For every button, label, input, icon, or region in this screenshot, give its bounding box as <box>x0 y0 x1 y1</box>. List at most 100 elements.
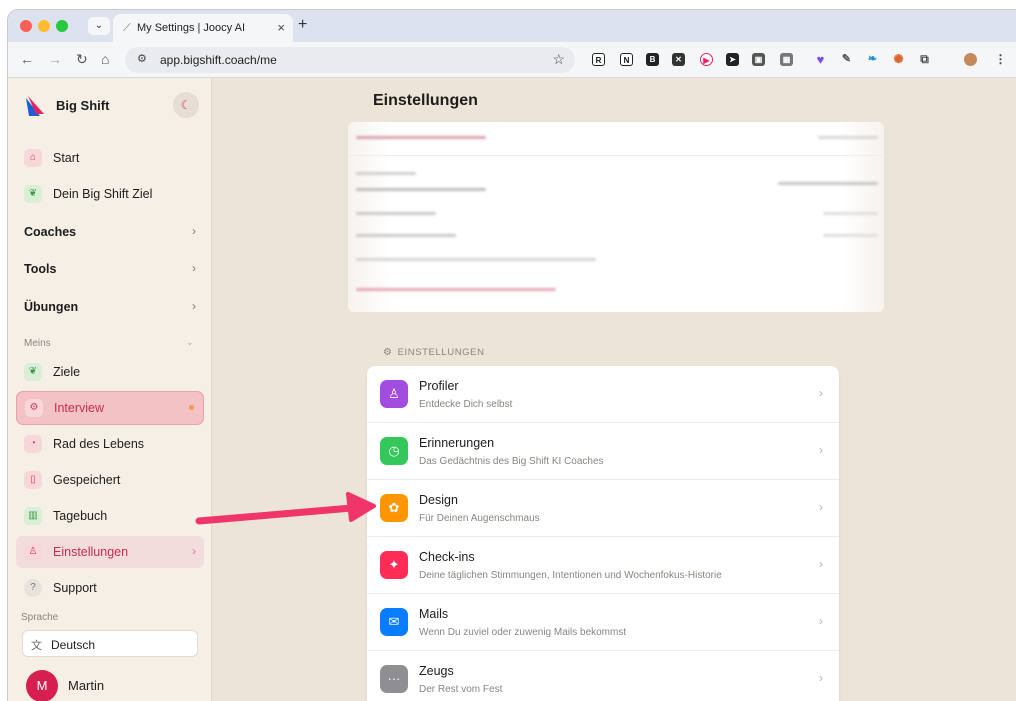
sidebar: Big Shift ☾ ⌂ Start ❦ Dein Big Shift Zie… <box>8 78 212 701</box>
back-icon[interactable]: ← <box>20 51 34 67</box>
heart-icon[interactable]: ♥ <box>814 53 827 66</box>
minimize-window-button[interactable] <box>38 20 50 32</box>
blurred-profile-card <box>348 122 884 312</box>
chevron-right-icon: › <box>192 299 196 313</box>
sidebar-item-interview[interactable]: ⚙ Interview <box>16 391 204 425</box>
big-shift-logo-icon <box>26 96 44 116</box>
sidebar-item-label: Einstellungen <box>53 545 129 559</box>
sparkle-icon: ✦ <box>380 551 408 579</box>
extension-sun-icon[interactable]: ✺ <box>892 53 905 66</box>
sidebar-section-label: Coaches <box>24 225 77 239</box>
home-icon: ⌂ <box>24 149 42 167</box>
sidebar-item-label: Tagebuch <box>53 509 108 523</box>
settings-list: ♙ Profiler Entdecke Dich selbst › ◷ Erin… <box>367 366 839 701</box>
home-icon[interactable]: ⌂ <box>101 51 109 67</box>
browser-tab[interactable]: ⟋ My Settings | Joocy AI × <box>113 14 293 42</box>
divider <box>348 155 884 156</box>
blurred-line <box>356 172 416 175</box>
sidebar-item-rad-des-lebens[interactable]: ◔ Rad des Lebens <box>16 428 204 460</box>
settings-row-subtitle: Der Rest vom Fest <box>419 684 503 695</box>
language-value: Deutsch <box>51 638 96 652</box>
sidebar-item-label: Start <box>53 151 80 165</box>
extension-r-icon[interactable]: R <box>592 53 605 66</box>
sidebar-item-start[interactable]: ⌂ Start <box>16 142 204 174</box>
avatar: M <box>26 670 58 701</box>
blurred-line <box>823 212 878 215</box>
chevron-down-icon[interactable]: ⌄ <box>186 337 194 348</box>
chevron-right-icon: › <box>819 500 823 514</box>
sidebar-item-tagebuch[interactable]: ▥ Tagebuch <box>16 500 204 532</box>
sidebar-section-uebungen[interactable]: Übungen › <box>16 291 204 323</box>
settings-row-profiler[interactable]: ♙ Profiler Entdecke Dich selbst › <box>367 366 839 423</box>
more-icon: ··· <box>380 665 408 693</box>
blurred-line <box>356 288 556 291</box>
sidebar-item-label: Interview <box>54 401 105 415</box>
reload-icon[interactable]: ↻ <box>76 51 88 68</box>
blurred-line <box>356 136 486 139</box>
sidebar-item-ziel[interactable]: ❦ Dein Big Shift Ziel <box>16 178 204 210</box>
sidebar-item-label: Rad des Lebens <box>53 437 145 451</box>
section-header: ⚙ EINSTELLUNGEN <box>383 347 485 358</box>
theme-toggle-icon[interactable]: ☾ <box>173 92 199 118</box>
sidebar-item-label: Gespeichert <box>53 473 121 487</box>
sidebar-item-gespeichert[interactable]: ▯ Gespeichert <box>16 464 204 496</box>
close-window-button[interactable] <box>20 20 32 32</box>
extension-b-icon[interactable]: B <box>646 53 659 66</box>
blurred-line <box>818 136 878 139</box>
settings-row-title: Profiler <box>419 379 459 393</box>
settings-row-title: Design <box>419 493 458 507</box>
sprache-label: Sprache <box>21 612 59 623</box>
sidebar-item-support[interactable]: ? Support <box>16 572 204 604</box>
profile-avatar-icon[interactable] <box>964 53 977 66</box>
extension-box-icon[interactable]: ▣ <box>752 53 765 66</box>
bookmark-icon: ▯ <box>24 471 42 489</box>
clock-icon: ◷ <box>380 437 408 465</box>
meins-label: Meins <box>24 338 51 349</box>
gear-icon: ⚙ <box>25 399 43 417</box>
extension-bird-icon[interactable]: ❧ <box>866 53 879 66</box>
translate-icon: 文 <box>31 640 42 652</box>
sidebar-item-einstellungen[interactable]: ♙ Einstellungen › <box>16 536 204 568</box>
extension-x-icon[interactable]: ✕ <box>672 53 685 66</box>
settings-row-design[interactable]: ✿ Design Für Deinen Augenschmaus › <box>367 480 839 537</box>
sidebar-item-ziele[interactable]: ❦ Ziele <box>16 356 204 388</box>
forward-icon[interactable]: → <box>48 51 62 67</box>
settings-row-erinnerungen[interactable]: ◷ Erinnerungen Das Gedächtnis des Big Sh… <box>367 423 839 480</box>
extension-feather-icon[interactable]: ✎ <box>840 53 853 66</box>
play-icon[interactable]: ▶ <box>700 53 713 66</box>
address-url[interactable]: app.bigshift.coach/me <box>160 53 277 67</box>
book-icon: ▥ <box>24 507 42 525</box>
extensions-puzzle-icon[interactable]: ⧉ <box>918 53 931 66</box>
extension-grid-icon[interactable]: ▦ <box>780 53 793 66</box>
address-bar[interactable]: ⚙ app.bigshift.coach/me ☆ <box>125 47 575 73</box>
help-icon: ? <box>24 579 42 597</box>
bookmark-star-icon[interactable]: ☆ <box>552 51 565 68</box>
sidebar-section-coaches[interactable]: Coaches › <box>16 216 204 248</box>
chevron-right-icon: › <box>819 671 823 685</box>
gear-icon: ⚙ <box>383 347 393 358</box>
chevron-right-icon: › <box>192 544 196 558</box>
settings-row-subtitle: Wenn Du zuviel oder zuwenig Mails bekomm… <box>419 627 627 638</box>
maximize-window-button[interactable] <box>56 20 68 32</box>
tab-close-icon[interactable]: × <box>277 20 285 35</box>
settings-row-title: Zeugs <box>419 664 454 678</box>
settings-row-check-ins[interactable]: ✦ Check-ins Deine täglichen Stimmungen, … <box>367 537 839 594</box>
send-icon[interactable]: ➤ <box>726 53 739 66</box>
person-icon: ♙ <box>380 380 408 408</box>
settings-row-title: Mails <box>419 607 449 621</box>
blurred-line <box>356 188 486 191</box>
site-settings-icon[interactable]: ⚙ <box>137 52 147 65</box>
notification-dot <box>189 405 194 410</box>
settings-row-zeugs[interactable]: ··· Zeugs Der Rest vom Fest › <box>367 651 839 701</box>
notion-icon[interactable]: N <box>620 53 633 66</box>
browser-menu-icon[interactable]: ⋮ <box>994 53 1007 66</box>
leaf-icon: ❦ <box>24 185 42 203</box>
pie-chart-icon: ◔ <box>24 435 42 453</box>
tab-search-button[interactable]: ⌄ <box>88 17 110 35</box>
new-tab-button[interactable]: + <box>298 16 307 34</box>
settings-row-mails[interactable]: ✉ Mails Wenn Du zuviel oder zuwenig Mail… <box>367 594 839 651</box>
sidebar-item-label: Dein Big Shift Ziel <box>53 187 153 201</box>
sidebar-item-label: Support <box>53 581 97 595</box>
language-select[interactable]: 文 Deutsch <box>22 630 198 657</box>
sidebar-section-tools[interactable]: Tools › <box>16 253 204 285</box>
